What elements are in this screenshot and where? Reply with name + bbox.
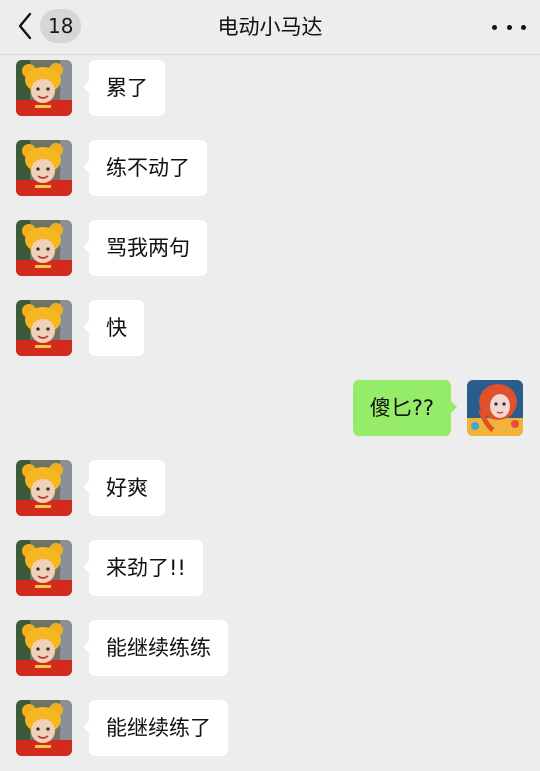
message-bubble[interactable]: 骂我两句 (83, 220, 207, 276)
avatar[interactable] (16, 140, 72, 196)
message-row: 骂我两句 (0, 220, 540, 278)
avatar[interactable] (16, 220, 72, 276)
message-row: 累了 (0, 60, 540, 118)
chat-title: 电动小马达 (217, 15, 323, 39)
message-row: 快 (0, 300, 540, 358)
avatar[interactable] (16, 460, 72, 516)
message-row: 好爽 (0, 460, 540, 518)
message-bubble[interactable]: 好爽 (83, 460, 165, 516)
avatar[interactable] (16, 620, 72, 676)
message-row: 能继续练练 (0, 620, 540, 678)
message-bubble-outgoing[interactable]: 傻匕?? (352, 380, 458, 436)
avatar[interactable] (16, 300, 72, 356)
more-options-button[interactable] (492, 12, 526, 42)
message-bubble[interactable]: 来劲了!! (83, 540, 203, 596)
message-bubble[interactable]: 练不动了 (83, 140, 207, 196)
chat-header: 18 电动小马达 (0, 0, 540, 55)
message-bubble[interactable]: 快 (83, 300, 144, 356)
avatar[interactable] (16, 540, 72, 596)
message-bubble[interactable]: 能继续练练 (83, 620, 228, 676)
message-row-outgoing: 傻匕?? (0, 380, 540, 438)
message-row: 能继续练了 (0, 700, 540, 758)
message-bubble[interactable]: 能继续练了 (83, 700, 228, 756)
avatar-self[interactable] (467, 380, 523, 436)
message-row: 来劲了!! (0, 540, 540, 598)
more-horizontal-icon (492, 24, 497, 30)
message-bubble[interactable]: 累了 (83, 60, 165, 116)
avatar[interactable] (16, 700, 72, 756)
message-row: 练不动了 (0, 140, 540, 198)
avatar[interactable] (16, 60, 72, 116)
